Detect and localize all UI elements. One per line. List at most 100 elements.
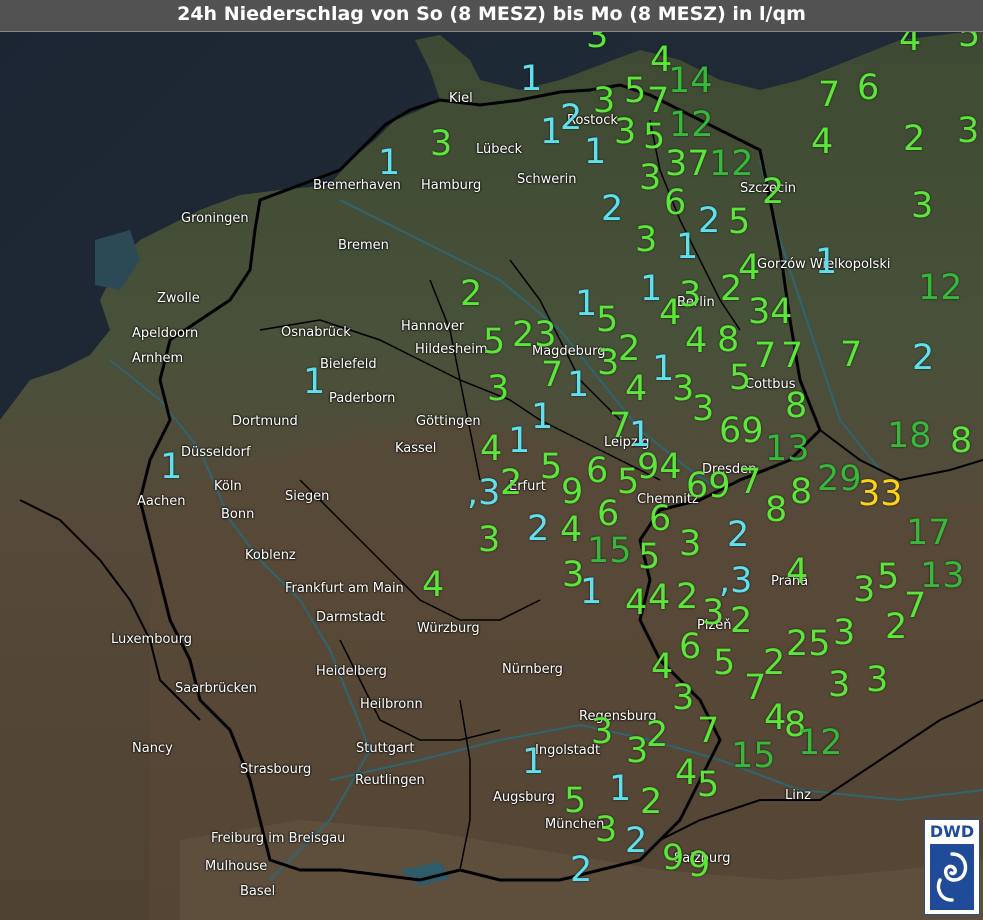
precip-value: 2 bbox=[625, 821, 648, 861]
city-label: Düsseldorf bbox=[181, 445, 251, 460]
map-title: 24h Niederschlag von So (8 MESZ) bis Mo … bbox=[177, 3, 806, 25]
city-label: Augsburg bbox=[493, 790, 556, 805]
precip-value: 37 bbox=[665, 144, 710, 184]
city-label: Strasbourg bbox=[240, 762, 312, 777]
precip-value: 13 bbox=[765, 429, 810, 469]
precip-value: 7 bbox=[739, 462, 762, 502]
precip-value: 3 bbox=[672, 369, 695, 409]
precip-value: 2 bbox=[570, 850, 593, 890]
title-bar: 24h Niederschlag von So (8 MESZ) bis Mo … bbox=[0, 0, 983, 32]
precip-value: 94 bbox=[637, 447, 682, 487]
precip-value: 1 bbox=[575, 284, 598, 324]
precip-value: 3 bbox=[702, 593, 725, 633]
precip-value: 5 bbox=[877, 557, 900, 597]
precip-value: 3 bbox=[593, 81, 616, 121]
city-label: Darmstadt bbox=[316, 610, 385, 625]
precip-value: 2 bbox=[500, 463, 523, 503]
precip-value: 1 bbox=[531, 397, 554, 437]
precip-value: 14 bbox=[668, 61, 713, 101]
dwd-logo-text: DWD bbox=[929, 822, 975, 841]
precip-value: 2 bbox=[676, 577, 699, 617]
city-label: Dortmund bbox=[232, 414, 298, 429]
precip-value: 1 bbox=[676, 227, 699, 267]
precip-value: 3 bbox=[911, 186, 934, 226]
precip-value: 5 bbox=[596, 300, 619, 340]
precip-value: 33 bbox=[858, 474, 903, 514]
city-label: Koblenz bbox=[245, 548, 296, 563]
precip-value: 4 bbox=[764, 698, 787, 738]
precip-value: 2 bbox=[762, 172, 785, 212]
precip-value: 3 bbox=[692, 389, 715, 429]
precip-value: 5 bbox=[697, 765, 720, 805]
precip-value: 4 bbox=[422, 565, 445, 605]
precip-value: 12 bbox=[669, 105, 714, 145]
city-label: Linz bbox=[785, 788, 811, 803]
precip-value: 7 bbox=[818, 75, 841, 115]
precip-value: 4 bbox=[560, 510, 583, 550]
precip-value: 2 bbox=[903, 119, 926, 159]
precip-value: 23 bbox=[512, 315, 557, 355]
precip-value: 1 bbox=[652, 349, 675, 389]
precip-value: 5 bbox=[564, 781, 587, 821]
city-label: Bremen bbox=[338, 238, 389, 253]
precip-value: 2 bbox=[601, 189, 624, 229]
precip-value: 7 bbox=[840, 335, 863, 375]
precip-value: 15 bbox=[731, 736, 776, 776]
city-label: Zwolle bbox=[157, 291, 200, 306]
precip-value: 17 bbox=[906, 513, 951, 553]
precip-value: 2 bbox=[912, 338, 935, 378]
city-label: Aachen bbox=[137, 494, 186, 509]
precip-value: 1 bbox=[303, 362, 326, 402]
precip-value: 3 bbox=[595, 810, 618, 850]
precip-value: 5 bbox=[728, 202, 751, 242]
precip-value: 4 bbox=[685, 321, 708, 361]
precip-value: 1 bbox=[609, 769, 632, 809]
dwd-logo: DWD bbox=[924, 819, 980, 915]
precip-value: 4 bbox=[811, 122, 834, 162]
precip-value: 3 bbox=[853, 570, 876, 610]
city-label: Heilbronn bbox=[360, 697, 423, 712]
precip-value: 4 bbox=[675, 753, 698, 793]
city-label: Luxembourg bbox=[111, 632, 193, 647]
city-label: Hannover bbox=[401, 319, 465, 334]
precip-value: 15 bbox=[587, 531, 632, 571]
precip-value: 4 bbox=[651, 647, 674, 687]
precip-value: 12 bbox=[918, 268, 963, 308]
precip-value: 3 bbox=[679, 524, 702, 564]
precip-value: 4 bbox=[625, 583, 648, 623]
precip-value: 13 bbox=[920, 556, 965, 596]
precip-value: 1 bbox=[584, 132, 607, 172]
precip-value: 1 bbox=[567, 365, 590, 405]
city-label: Göttingen bbox=[416, 414, 481, 429]
precip-value: 7 bbox=[647, 81, 670, 121]
precip-value: 1 bbox=[508, 421, 531, 461]
precip-value: 6 bbox=[679, 627, 702, 667]
precip-value: 7 bbox=[697, 711, 720, 751]
precip-value: 9 bbox=[561, 472, 584, 512]
city-label: Mulhouse bbox=[205, 859, 268, 874]
precip-value: 2 bbox=[560, 98, 583, 138]
precip-value: 3 bbox=[597, 343, 620, 383]
city-label: Schwerin bbox=[517, 172, 577, 187]
precip-value: 8 bbox=[717, 320, 740, 360]
city-label: Stuttgart bbox=[356, 741, 415, 756]
precip-value: 5 bbox=[483, 322, 506, 362]
city-label: Reutlingen bbox=[355, 773, 425, 788]
precip-value: 5 bbox=[729, 358, 752, 398]
precip-value: 2 bbox=[885, 607, 908, 647]
precip-value: 2 bbox=[727, 515, 750, 555]
precip-value: 5 bbox=[638, 537, 661, 577]
precip-value: 4 bbox=[659, 293, 682, 333]
precip-value: 7 bbox=[904, 586, 927, 626]
precip-value: 7 bbox=[754, 336, 777, 376]
city-label: Nancy bbox=[132, 741, 173, 756]
precip-value: 25 bbox=[786, 624, 831, 664]
city-label: Siegen bbox=[285, 489, 330, 504]
city-label: Frankfurt am Main bbox=[285, 581, 404, 596]
precip-value: 3 bbox=[957, 111, 980, 151]
city-label: Basel bbox=[240, 884, 276, 899]
precip-value: 7 bbox=[744, 668, 767, 708]
precip-value: 2 bbox=[646, 715, 669, 755]
precip-value: 69 bbox=[686, 466, 731, 506]
precip-value: 6 bbox=[664, 183, 687, 223]
